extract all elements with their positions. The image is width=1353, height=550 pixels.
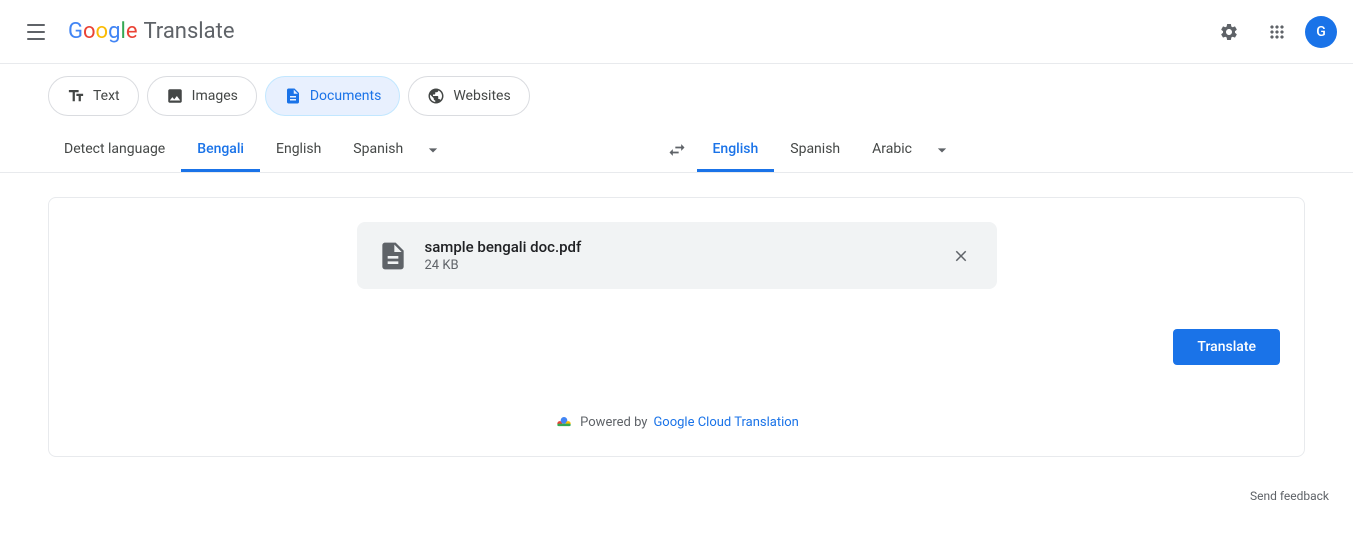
file-close-button[interactable]	[945, 240, 977, 272]
globe-icon	[427, 87, 445, 105]
logo-google: Google	[68, 19, 137, 44]
chevron-down-icon	[423, 140, 443, 160]
menu-button[interactable]	[16, 12, 56, 52]
apps-icon	[1267, 22, 1287, 42]
file-name: sample bengali doc.pdf	[425, 238, 582, 256]
settings-button[interactable]	[1209, 12, 1249, 52]
english-target-btn[interactable]: English	[697, 129, 775, 172]
mode-tabs: Text Images Documents Websites	[0, 64, 1353, 128]
text-icon	[67, 87, 85, 105]
english-source-btn[interactable]: English	[260, 129, 337, 172]
source-lang-more-btn[interactable]	[419, 128, 447, 172]
file-card: sample bengali doc.pdf 24 KB	[357, 222, 997, 289]
main-content: sample bengali doc.pdf 24 KB Translate P…	[0, 173, 1353, 481]
tab-text[interactable]: Text	[48, 76, 139, 116]
swap-languages-btn[interactable]	[657, 130, 697, 170]
arabic-target-btn[interactable]: Arabic	[856, 129, 928, 172]
document-icon	[284, 87, 302, 105]
spanish-source-btn[interactable]: Spanish	[337, 129, 419, 172]
target-lang-group: English Spanish Arabic	[697, 128, 1306, 172]
target-lang-more-btn[interactable]	[928, 128, 956, 172]
apps-button[interactable]	[1257, 12, 1297, 52]
google-cloud-translation-link[interactable]: Google Cloud Translation	[653, 415, 798, 430]
bengali-source-btn[interactable]: Bengali	[181, 129, 260, 172]
tab-images[interactable]: Images	[147, 76, 257, 116]
footer: Send feedback	[0, 481, 1353, 511]
tab-images-label: Images	[192, 88, 238, 104]
tab-documents[interactable]: Documents	[265, 76, 400, 116]
powered-by: Powered by Google Cloud Translation	[554, 412, 799, 432]
logo[interactable]: Google Translate	[68, 19, 234, 44]
translation-box: sample bengali doc.pdf 24 KB Translate P…	[48, 197, 1305, 457]
send-feedback-link[interactable]: Send feedback	[1250, 489, 1329, 503]
spanish-target-btn[interactable]: Spanish	[774, 129, 856, 172]
pdf-icon	[377, 240, 409, 272]
header-right: G	[1209, 12, 1337, 52]
avatar[interactable]: G	[1305, 16, 1337, 48]
google-cloud-icon	[554, 412, 574, 432]
swap-icon	[667, 140, 687, 160]
translate-button[interactable]: Translate	[1173, 329, 1280, 365]
header-left: Google Translate	[16, 12, 234, 52]
chevron-down-icon-2	[932, 140, 952, 160]
close-icon	[952, 247, 970, 265]
settings-icon	[1219, 22, 1239, 42]
header: Google Translate G	[0, 0, 1353, 64]
tab-text-label: Text	[93, 88, 120, 104]
image-icon	[166, 87, 184, 105]
powered-by-text: Powered by	[580, 415, 647, 430]
tab-websites[interactable]: Websites	[408, 76, 529, 116]
file-card-left: sample bengali doc.pdf 24 KB	[377, 238, 582, 273]
detect-language-btn[interactable]: Detect language	[48, 129, 181, 172]
logo-translate: Translate	[143, 19, 234, 44]
source-lang-group: Detect language Bengali English Spanish	[48, 128, 657, 172]
language-bar: Detect language Bengali English Spanish …	[0, 128, 1353, 173]
file-info: sample bengali doc.pdf 24 KB	[425, 238, 582, 273]
tab-websites-label: Websites	[453, 88, 510, 104]
file-size: 24 KB	[425, 258, 582, 273]
tab-documents-label: Documents	[310, 88, 381, 104]
